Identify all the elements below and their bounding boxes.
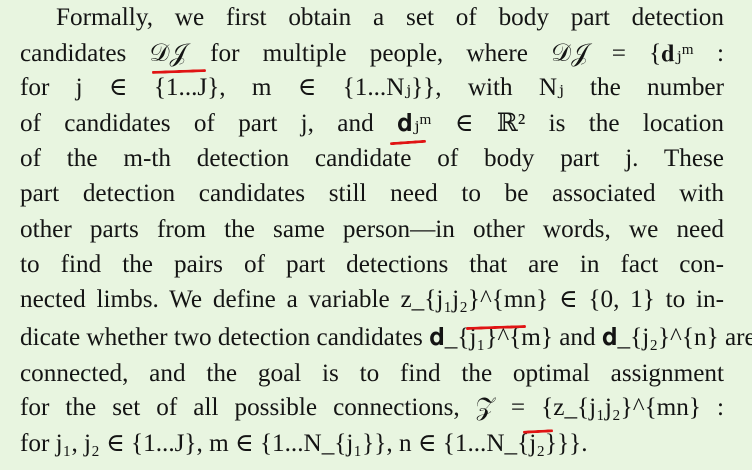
text-line-3: for j ∈ {1...J}, m ∈ {1...Nⱼ}}, with Nⱼ … (20, 74, 724, 101)
text-line-4: of candidates of part j, and 𝐝ⱼᵐ ∈ ℝ² is… (20, 110, 724, 137)
document-page: Formally, we first obtain a set of body … (0, 0, 752, 470)
text-line-10: dicate whether two detection candidates … (20, 324, 752, 351)
text-line-12: for the set of all possible connections,… (20, 394, 724, 421)
text-line-9: nected limbs. We define a variable z_{j₁… (20, 286, 724, 313)
text-line-11: connected, and the goal is to find the o… (20, 360, 724, 387)
text-line-7: other parts from the same person—in othe… (20, 216, 724, 243)
text-line-5: of the m-th detection candidate of body … (20, 145, 724, 172)
text-line-6: part detection candidates still need to … (20, 180, 724, 207)
text-line-8: to find the pairs of part detections tha… (20, 251, 724, 278)
text-line-1: Formally, we first obtain a set of body … (56, 4, 724, 31)
text-line-13: for j₁, j₂ ∈ {1...J}, m ∈ {1...N_{j₁}}, … (20, 430, 588, 457)
text-line-2: candidates 𝒟𝒥 for multiple people, where… (20, 40, 724, 67)
